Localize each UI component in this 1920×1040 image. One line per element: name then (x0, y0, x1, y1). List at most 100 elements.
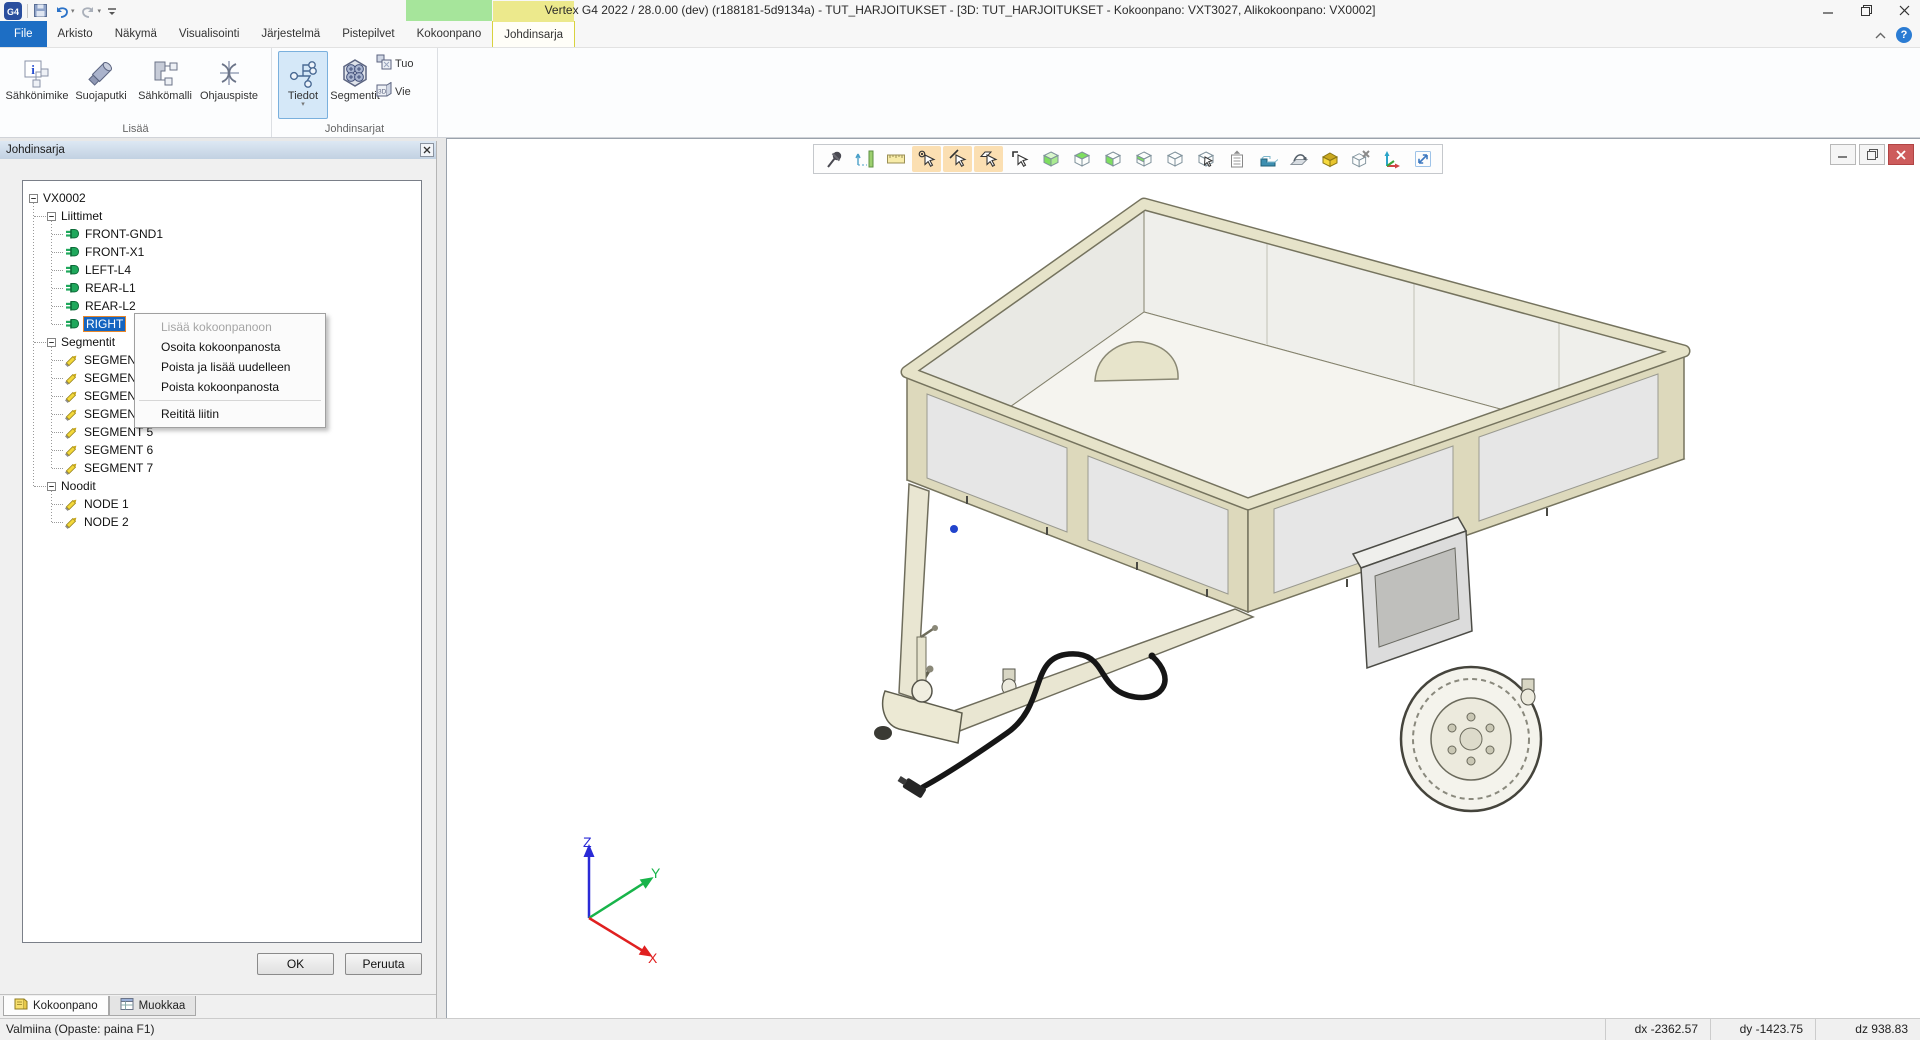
box-strip-icon[interactable] (1129, 146, 1158, 172)
segment-icon (65, 407, 79, 421)
tree-guide-line (52, 288, 63, 289)
snap-point-icon[interactable] (912, 146, 941, 172)
viewport-toolbar (813, 144, 1443, 174)
tree-expander-icon[interactable] (47, 212, 56, 221)
tree-guide-line (34, 342, 46, 343)
menu-item-reitita-liitin[interactable]: Reititä liitin (137, 404, 323, 424)
tree-guide-line (52, 468, 63, 469)
ribbon-button-tuo[interactable]: Tuo (376, 54, 414, 73)
panel-tab-label: Kokoonpano (33, 1000, 98, 1012)
panel-close-icon[interactable] (420, 143, 434, 157)
minimize-button[interactable] (1816, 2, 1840, 20)
tab-pistepilvet[interactable]: Pistepilvet (331, 21, 405, 47)
viewport-close-button[interactable] (1888, 144, 1914, 165)
box-open-icon[interactable] (1315, 146, 1344, 172)
save-icon[interactable] (33, 3, 48, 18)
tree-item-node-2[interactable]: NODE 2 (23, 513, 421, 531)
axes-icon[interactable] (1377, 146, 1406, 172)
tree-expander-icon[interactable] (29, 194, 38, 203)
tab-nakyma[interactable]: Näkymä (104, 21, 168, 47)
tree-expander-icon[interactable] (47, 482, 56, 491)
ruler-icon[interactable] (881, 146, 910, 172)
snap-line-icon[interactable] (943, 146, 972, 172)
close-button[interactable] (1892, 2, 1916, 20)
viewport-3d[interactable]: Z Y X (446, 138, 1920, 1018)
pin-icon[interactable] (819, 146, 848, 172)
box-side-icon[interactable] (1098, 146, 1127, 172)
tree-item-segment-6[interactable]: SEGMENT 6 (23, 441, 421, 459)
help-icon[interactable]: ? (1896, 27, 1912, 43)
panel-tab-muokkaa[interactable]: Muokkaa (109, 996, 197, 1016)
ok-button[interactable]: OK (257, 953, 334, 975)
fit-view-icon[interactable] (1408, 146, 1437, 172)
snap-face-icon[interactable] (974, 146, 1003, 172)
tree-item-node-1[interactable]: NODE 1 (23, 495, 421, 513)
menu-item-poista-ja-lisaa-uudelleen[interactable]: Poista ja lisää uudelleen (137, 357, 323, 377)
tree-expander-icon[interactable] (47, 338, 56, 347)
viewport-restore-button[interactable] (1859, 144, 1885, 165)
tab-kokoonpano[interactable]: Kokoonpano (406, 21, 493, 47)
pick-part-icon[interactable] (1005, 146, 1034, 172)
window-controls (1816, 0, 1916, 21)
ribbon-button-suojaputki[interactable]: Suojaputki (70, 51, 132, 119)
tree-guide-line (52, 414, 63, 415)
main-area: Johdinsarja VX0002LiittimetFRONT-GND1FRO… (0, 138, 1920, 1018)
tab-file[interactable]: File (0, 21, 47, 47)
collapse-ribbon-icon[interactable] (1875, 26, 1886, 44)
tree-item-label: REAR-L2 (83, 299, 138, 313)
johdinsarja-panel: Johdinsarja VX0002LiittimetFRONT-GND1FRO… (0, 141, 437, 1018)
box-wire-icon[interactable] (1160, 146, 1189, 172)
redo-dropdown-icon[interactable]: ▾ (98, 7, 102, 15)
plane-icon[interactable] (1284, 146, 1313, 172)
undo-icon[interactable]: ▾ (53, 4, 75, 18)
box-shaded-icon[interactable] (1036, 146, 1065, 172)
tree-item-left-l4[interactable]: LEFT-L4 (23, 261, 421, 279)
menu-item-osoita-kokoonpanosta[interactable]: Osoita kokoonpanosta (137, 337, 323, 357)
tab-jarjestelma[interactable]: Järjestelmä (250, 21, 331, 47)
box-select-icon[interactable] (1191, 146, 1220, 172)
tree-item-noodit[interactable]: Noodit (23, 477, 421, 495)
feature-list-icon[interactable] (1222, 146, 1251, 172)
box-delete-icon[interactable] (1346, 146, 1375, 172)
tree-item-rear-l1[interactable]: REAR-L1 (23, 279, 421, 297)
tab-visualisointi[interactable]: Visualisointi (168, 21, 251, 47)
redo-icon[interactable]: ▾ (80, 4, 102, 18)
tree-item-front-x1[interactable]: FRONT-X1 (23, 243, 421, 261)
menu-item-poista-kokoonpanosta[interactable]: Poista kokoonpanosta (137, 377, 323, 397)
section-icon[interactable] (1253, 146, 1282, 172)
ribbon-button-sahkonimike[interactable]: iSähkönimike (6, 51, 68, 119)
ribbon-button-vie[interactable]: 3DVie (376, 82, 414, 101)
ribbon-corner-controls: ? (1875, 26, 1912, 44)
tree-item-segment-7[interactable]: SEGMENT 7 (23, 459, 421, 477)
segment-icon (65, 389, 79, 403)
status-dy: dy -1423.75 (1710, 1019, 1815, 1040)
tree-item-vx0002[interactable]: VX0002 (23, 189, 421, 207)
tab-arkisto[interactable]: Arkisto (47, 21, 104, 47)
undo-dropdown-icon[interactable]: ▾ (71, 7, 75, 15)
measure-icon[interactable] (850, 146, 879, 172)
tree-item-label: SEGMENT 7 (82, 461, 155, 475)
ribbon-button-ohjauspiste[interactable]: Ohjauspiste (198, 51, 260, 119)
ribbon-button-tiedot[interactable]: Tiedot▾ (278, 51, 328, 119)
segment-icon (65, 515, 79, 529)
tree-guide-line (52, 432, 63, 433)
cancel-button[interactable]: Peruuta (345, 953, 422, 975)
ribbon-button-segmentit[interactable]: Segmentit (330, 51, 380, 119)
app-logo-icon[interactable]: G4 (4, 2, 22, 20)
axis-z-label: Z (583, 834, 592, 850)
panel-tab-kokoonpano[interactable]: Kokoonpano (3, 996, 109, 1016)
customize-quick-access-icon[interactable] (106, 5, 118, 17)
box-top-icon[interactable] (1067, 146, 1096, 172)
tab-johdinsarja[interactable]: Johdinsarja (492, 21, 575, 47)
ribbon-button-label: Ohjauspiste (200, 90, 258, 102)
muokkaa-icon (120, 997, 134, 1014)
tree-item-liittimet[interactable]: Liittimet (23, 207, 421, 225)
tree-item-label: VX0002 (41, 191, 88, 205)
ohjauspiste-icon (213, 56, 245, 90)
divider (0, 994, 436, 995)
viewport-minimize-button[interactable] (1830, 144, 1856, 165)
tree-item-front-gnd1[interactable]: FRONT-GND1 (23, 225, 421, 243)
tree-item-label: Noodit (59, 479, 98, 493)
ribbon-button-sahkomalli[interactable]: Sähkömalli (134, 51, 196, 119)
restore-button[interactable] (1854, 2, 1878, 20)
